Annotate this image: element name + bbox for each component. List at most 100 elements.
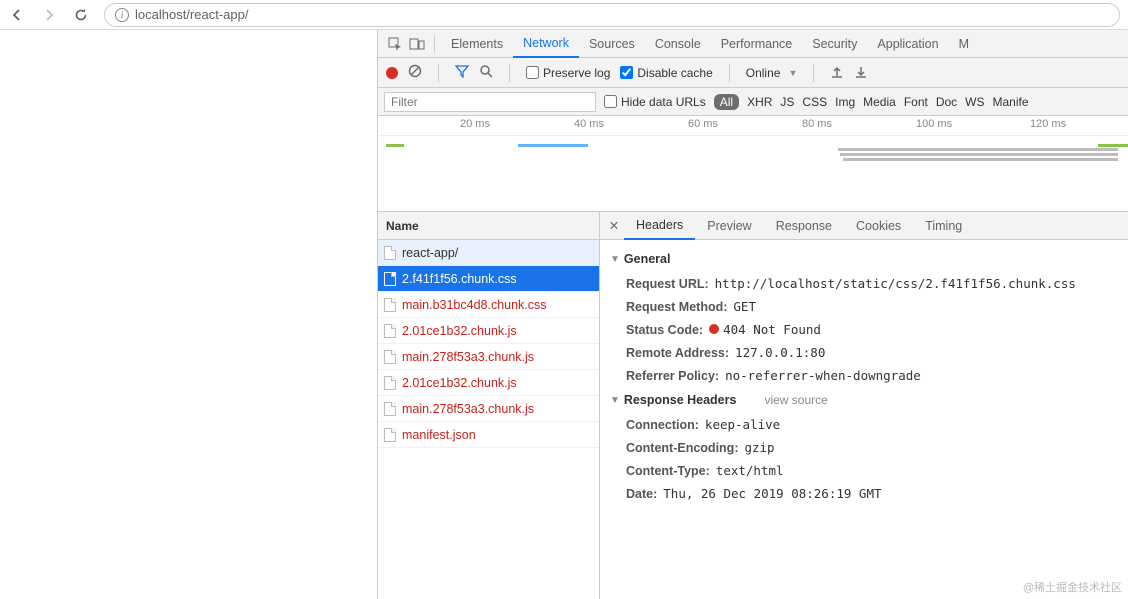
- header-row: Content-Type:text/html: [608, 459, 1124, 482]
- caret-down-icon: ▼: [610, 395, 620, 406]
- hide-data-urls-checkbox[interactable]: Hide data URLs: [604, 95, 706, 109]
- request-name: main.b31bc4d8.chunk.css: [402, 298, 547, 312]
- details-tab-response[interactable]: Response: [764, 212, 844, 240]
- header-value: no-referrer-when-downgrade: [725, 368, 921, 383]
- throttle-select[interactable]: Online▼: [746, 66, 798, 80]
- header-key: Connection:: [626, 418, 699, 432]
- network-timeline[interactable]: 20 ms 40 ms 60 ms 80 ms 100 ms 120 ms: [378, 116, 1128, 212]
- header-row: Referrer Policy: no-referrer-when-downgra…: [608, 364, 1124, 387]
- device-toolbar-icon[interactable]: [406, 37, 428, 51]
- header-key: Remote Address:: [626, 346, 729, 360]
- filter-toggle-icon[interactable]: [455, 64, 469, 81]
- file-icon: [384, 324, 396, 338]
- response-headers-section-header[interactable]: ▼Response Headersview source: [608, 387, 1124, 413]
- request-details-panel: ✕ HeadersPreviewResponseCookiesTiming ▼G…: [600, 212, 1128, 599]
- request-row[interactable]: 2.01ce1b32.chunk.js: [378, 318, 599, 344]
- back-button[interactable]: [8, 6, 26, 24]
- request-row[interactable]: manifest.json: [378, 422, 599, 448]
- request-row[interactable]: main.278f53a3.chunk.js: [378, 396, 599, 422]
- filter-type-css[interactable]: CSS: [802, 95, 827, 109]
- network-request-list: Name react-app/2.f41f1f56.chunk.css main.…: [378, 212, 600, 599]
- request-row[interactable]: 2.01ce1b32.chunk.js: [378, 370, 599, 396]
- header-key: Request Method:: [626, 300, 727, 314]
- devtools-tab-application[interactable]: Application: [867, 30, 948, 58]
- page-viewport: [0, 30, 377, 599]
- devtools-tab-security[interactable]: Security: [802, 30, 867, 58]
- general-section-header[interactable]: ▼General: [608, 246, 1124, 272]
- url-text: localhost/react-app/: [135, 7, 248, 22]
- request-row[interactable]: 2.f41f1f56.chunk.css: [378, 266, 599, 292]
- file-icon: [384, 376, 396, 390]
- request-name: 2.01ce1b32.chunk.js: [402, 324, 517, 338]
- devtools-tab-m[interactable]: M: [949, 30, 979, 58]
- request-name: manifest.json: [402, 428, 476, 442]
- filter-type-doc[interactable]: Doc: [936, 95, 957, 109]
- devtools-tab-elements[interactable]: Elements: [441, 30, 513, 58]
- export-har-icon[interactable]: [854, 64, 868, 81]
- request-name: 2.01ce1b32.chunk.js: [402, 376, 517, 390]
- header-value: gzip: [744, 440, 774, 455]
- filter-type-xhr[interactable]: XHR: [747, 95, 772, 109]
- network-toolbar: Preserve log Disable cache Online▼: [378, 58, 1128, 88]
- status-error-icon: [709, 324, 719, 334]
- filter-type-js[interactable]: JS: [780, 95, 794, 109]
- site-info-icon[interactable]: i: [115, 8, 129, 22]
- forward-button[interactable]: [40, 6, 58, 24]
- details-tab-cookies[interactable]: Cookies: [844, 212, 913, 240]
- request-row[interactable]: main.278f53a3.chunk.js: [378, 344, 599, 370]
- network-filter-bar: Hide data URLs All XHR JS CSS Img Media Font Do…: [378, 88, 1128, 116]
- file-icon: [384, 298, 396, 312]
- header-row: Remote Address:127.0.0.1:80: [608, 341, 1124, 364]
- address-bar[interactable]: i localhost/react-app/: [104, 3, 1120, 27]
- devtools-tab-network[interactable]: Network: [513, 30, 579, 58]
- devtools-tab-sources[interactable]: Sources: [579, 30, 645, 58]
- request-name: main.278f53a3.chunk.js: [402, 402, 534, 416]
- header-value: GET: [733, 299, 756, 314]
- filter-type-manife[interactable]: Manife: [993, 95, 1029, 109]
- inspect-element-icon[interactable]: [384, 37, 406, 51]
- clear-button[interactable]: [408, 64, 422, 81]
- header-row: Request URL: http://localhost/static/css/…: [608, 272, 1124, 295]
- import-har-icon[interactable]: [830, 64, 844, 81]
- devtools-tab-console[interactable]: Console: [645, 30, 711, 58]
- file-icon: [384, 246, 396, 260]
- header-value: 404 Not Found: [709, 322, 821, 337]
- header-row: Request Method: GET: [608, 295, 1124, 318]
- filter-type-media[interactable]: Media: [863, 95, 896, 109]
- request-name: react-app/: [402, 246, 458, 260]
- request-row[interactable]: main.b31bc4d8.chunk.css: [378, 292, 599, 318]
- close-details-button[interactable]: ✕: [604, 218, 624, 233]
- file-icon: [384, 350, 396, 364]
- header-row: Date:Thu, 26 Dec 2019 08:26:19 GMT: [608, 482, 1124, 505]
- filter-input[interactable]: [384, 92, 596, 112]
- view-source-link[interactable]: view source: [764, 393, 827, 407]
- header-key: Request URL:: [626, 277, 709, 291]
- record-button[interactable]: [386, 67, 398, 79]
- filter-type-all[interactable]: All: [714, 94, 739, 110]
- filter-type-img[interactable]: Img: [835, 95, 855, 109]
- header-value: http://localhost/static/css/2.f41f1f56.c…: [715, 276, 1076, 291]
- header-value: text/html: [716, 463, 784, 478]
- filter-type-font[interactable]: Font: [904, 95, 928, 109]
- name-column-header[interactable]: Name: [378, 212, 599, 240]
- disable-cache-checkbox[interactable]: Disable cache: [620, 66, 712, 80]
- details-tab-preview[interactable]: Preview: [695, 212, 763, 240]
- reload-button[interactable]: [72, 6, 90, 24]
- header-key: Status Code:: [626, 323, 703, 337]
- devtools-panel: ElementsNetworkSourcesConsolePerformance…: [377, 30, 1128, 599]
- file-icon: [384, 402, 396, 416]
- header-row: Connection:keep-alive: [608, 413, 1124, 436]
- chevron-down-icon: ▼: [788, 68, 797, 78]
- devtools-tab-performance[interactable]: Performance: [711, 30, 803, 58]
- search-icon[interactable]: [479, 64, 493, 81]
- details-tab-timing[interactable]: Timing: [913, 212, 974, 240]
- devtools-tab-strip: ElementsNetworkSourcesConsolePerformance…: [378, 30, 1128, 58]
- request-row[interactable]: react-app/: [378, 240, 599, 266]
- header-key: Referrer Policy:: [626, 369, 719, 383]
- header-key: Content-Encoding:: [626, 441, 738, 455]
- browser-toolbar: i localhost/react-app/: [0, 0, 1128, 30]
- filter-type-ws[interactable]: WS: [965, 95, 984, 109]
- details-tab-headers[interactable]: Headers: [624, 212, 695, 240]
- request-name: main.278f53a3.chunk.js: [402, 350, 534, 364]
- preserve-log-checkbox[interactable]: Preserve log: [526, 66, 610, 80]
